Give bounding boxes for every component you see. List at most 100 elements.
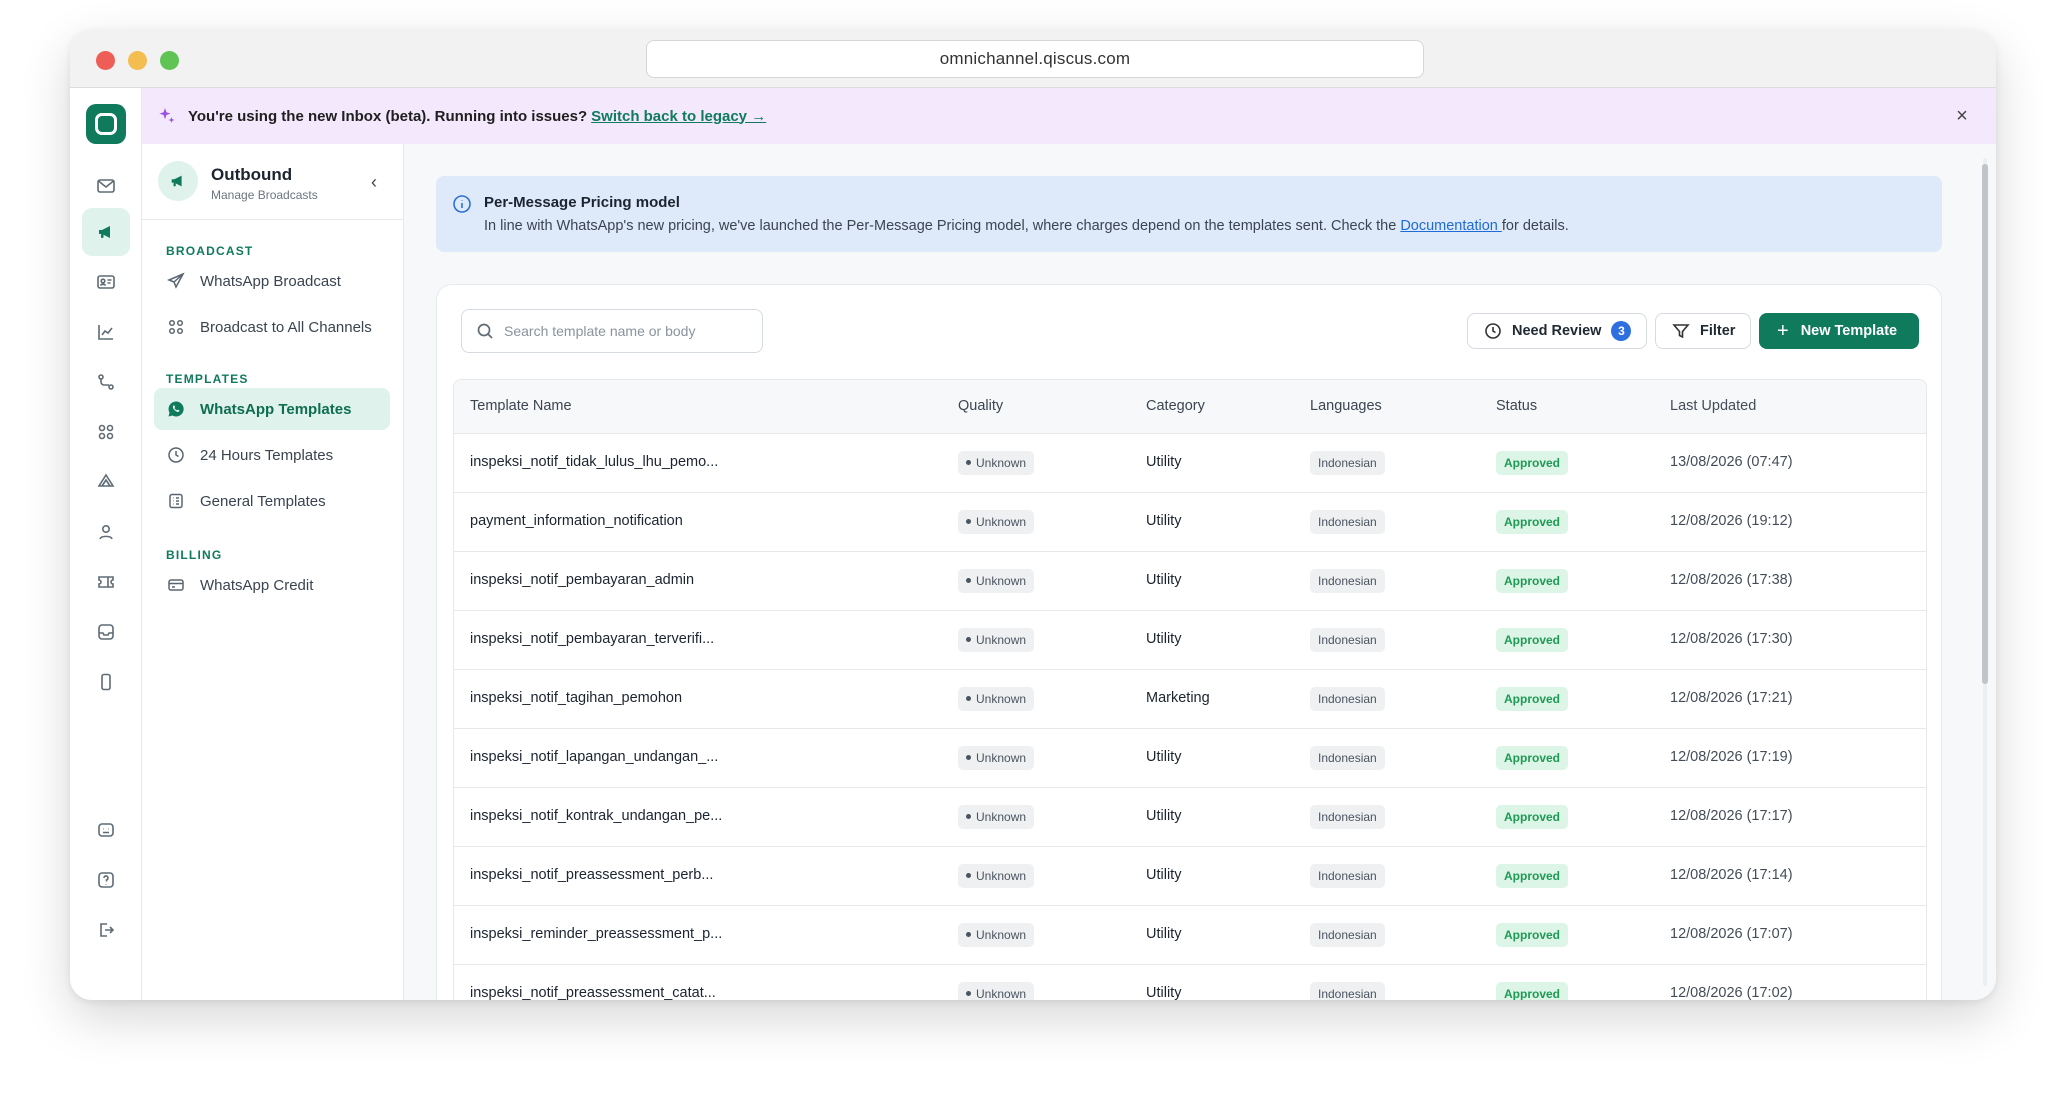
workflow-icon[interactable] xyxy=(82,358,130,406)
column-template-name[interactable]: Template Name xyxy=(470,398,572,414)
banner-close-button[interactable]: × xyxy=(1952,106,1972,126)
need-review-label: Need Review xyxy=(1512,323,1602,339)
close-window-button[interactable] xyxy=(96,51,115,70)
template-name-cell[interactable]: payment_information_notification xyxy=(470,513,683,529)
tray-icon[interactable] xyxy=(82,608,130,656)
template-name-cell[interactable]: inspeksi_notif_tagihan_pemohon xyxy=(470,690,682,706)
main-scrollbar[interactable] xyxy=(1980,150,1990,994)
quality-dot-icon xyxy=(966,519,971,525)
quality-pill: Unknown xyxy=(958,451,1035,475)
scrollbar-thumb[interactable] xyxy=(1982,164,1988,684)
template-name-cell[interactable]: inspeksi_notif_kontrak_undangan_pe... xyxy=(470,808,722,824)
last-updated-cell: 12/08/2026 (17:30) xyxy=(1670,631,1793,647)
mobile-icon[interactable] xyxy=(82,658,130,706)
language-pill: Indonesian xyxy=(1310,923,1385,947)
column-languages[interactable]: Languages xyxy=(1310,398,1382,414)
table-row[interactable]: inspeksi_notif_kontrak_undangan_pe... Unk… xyxy=(454,788,1926,847)
table-row[interactable]: inspeksi_notif_lapangan_undangan_... Unkn… xyxy=(454,729,1926,788)
template-name-cell[interactable]: inspeksi_notif_preassessment_perb... xyxy=(470,867,713,883)
whatsapp-icon xyxy=(166,399,186,419)
outbound-sidebar: Outbound Manage Broadcasts ‹ BROADCAST W… xyxy=(142,144,404,1000)
template-name-cell[interactable]: inspeksi_reminder_preassessment_p... xyxy=(470,926,722,942)
template-icon xyxy=(166,491,186,511)
integrations-icon[interactable] xyxy=(82,458,130,506)
analytics-icon[interactable] xyxy=(82,308,130,356)
megaphone-icon[interactable] xyxy=(82,208,130,256)
info-icon xyxy=(452,194,472,214)
table-row[interactable]: inspeksi_notif_preassessment_catat... Unk… xyxy=(454,965,1926,1000)
status-badge: Approved xyxy=(1496,864,1569,888)
address-bar[interactable]: omnichannel.qiscus.com xyxy=(646,40,1424,78)
sidebar-item-label: 24 Hours Templates xyxy=(200,446,334,464)
collapse-sidebar-button[interactable]: ‹ xyxy=(371,172,377,193)
language-pill: Indonesian xyxy=(1310,687,1385,711)
sidebar-item-label: Broadcast to All Channels xyxy=(200,318,372,336)
need-review-count-badge: 3 xyxy=(1611,321,1632,341)
quality-label: Unknown xyxy=(976,574,1027,588)
category-cell: Utility xyxy=(1146,749,1182,765)
new-template-button[interactable]: + New Template xyxy=(1759,313,1919,349)
user-icon[interactable] xyxy=(82,508,130,556)
last-updated-cell: 12/08/2026 (17:19) xyxy=(1670,749,1793,765)
table-row[interactable]: inspeksi_reminder_preassessment_p... Unkn… xyxy=(454,906,1926,965)
clock-icon xyxy=(166,445,186,465)
switch-to-legacy-link[interactable]: Switch back to legacy → xyxy=(591,108,766,125)
search-input[interactable] xyxy=(504,323,744,339)
ticket-icon[interactable] xyxy=(82,558,130,606)
sidebar-item-whatsapp-credit[interactable]: WhatsApp Credit xyxy=(154,564,390,606)
sidebar-item-24-hours-templates[interactable]: 24 Hours Templates xyxy=(154,434,390,476)
column-quality[interactable]: Quality xyxy=(958,398,1003,414)
category-cell: Utility xyxy=(1146,985,1182,1000)
sidebar-item-broadcast-all[interactable]: Broadcast to All Channels xyxy=(154,306,390,348)
table-row[interactable]: inspeksi_notif_preassessment_perb... Unkn… xyxy=(454,847,1926,906)
info-text-after: for details. xyxy=(1501,218,1569,234)
quality-pill: Unknown xyxy=(958,805,1035,829)
logout-icon[interactable] xyxy=(82,906,130,954)
column-last-updated[interactable]: Last Updated xyxy=(1670,398,1756,414)
sidebar-item-whatsapp-broadcast[interactable]: WhatsApp Broadcast xyxy=(154,260,390,302)
table-row[interactable]: inspeksi_notif_pembayaran_admin Unknown Ut… xyxy=(454,552,1926,611)
quality-pill: Unknown xyxy=(958,569,1035,593)
help-icon[interactable] xyxy=(82,856,130,904)
credit-card-icon xyxy=(166,575,186,595)
apps-grid-icon[interactable] xyxy=(82,408,130,456)
quality-pill: Unknown xyxy=(958,510,1035,534)
table-header: Template Name Quality Category Languages… xyxy=(454,380,1926,434)
qiscus-logo[interactable] xyxy=(86,104,126,144)
contact-card-icon[interactable] xyxy=(82,258,130,306)
need-review-button[interactable]: Need Review 3 xyxy=(1467,313,1647,349)
sidebar-item-label: WhatsApp Broadcast xyxy=(200,272,341,290)
status-badge: Approved xyxy=(1496,923,1569,947)
sidebar-header: Outbound Manage Broadcasts ‹ xyxy=(142,144,403,220)
template-name-cell[interactable]: inspeksi_notif_tidak_lulus_lhu_pemo... xyxy=(470,454,718,470)
minimize-window-button[interactable] xyxy=(128,51,147,70)
sidebar-item-general-templates[interactable]: General Templates xyxy=(154,480,390,522)
chat-bot-icon[interactable] xyxy=(82,806,130,854)
template-name-cell[interactable]: inspeksi_notif_pembayaran_admin xyxy=(470,572,694,588)
category-cell: Utility xyxy=(1146,572,1182,588)
language-pill: Indonesian xyxy=(1310,805,1385,829)
sidebar-item-whatsapp-templates[interactable]: WhatsApp Templates xyxy=(154,388,390,430)
pricing-info-banner: Per-Message Pricing model In line with W… xyxy=(436,176,1942,252)
maximize-window-button[interactable] xyxy=(160,51,179,70)
status-badge: Approved xyxy=(1496,982,1569,1000)
quality-dot-icon xyxy=(966,637,971,643)
template-name-cell[interactable]: inspeksi_notif_lapangan_undangan_... xyxy=(470,749,718,765)
column-category[interactable]: Category xyxy=(1146,398,1205,414)
table-row[interactable]: inspeksi_notif_tidak_lulus_lhu_pemo... Un… xyxy=(454,434,1926,493)
status-badge: Approved xyxy=(1496,451,1569,475)
table-body: inspeksi_notif_tidak_lulus_lhu_pemo... Un… xyxy=(454,434,1926,1000)
template-name-cell[interactable]: inspeksi_notif_preassessment_catat... xyxy=(470,985,716,1000)
template-name-cell[interactable]: inspeksi_notif_pembayaran_terverifi... xyxy=(470,631,714,647)
table-row[interactable]: inspeksi_notif_tagihan_pemohon Unknown Mar… xyxy=(454,670,1926,729)
search-icon xyxy=(476,322,494,340)
category-cell: Utility xyxy=(1146,454,1182,470)
new-template-label: New Template xyxy=(1800,323,1898,339)
inbox-icon[interactable] xyxy=(82,162,130,210)
filter-button[interactable]: Filter xyxy=(1655,313,1751,349)
documentation-link[interactable]: Documentation xyxy=(1400,218,1502,234)
search-box[interactable] xyxy=(461,309,763,353)
table-row[interactable]: inspeksi_notif_pembayaran_terverifi... Un… xyxy=(454,611,1926,670)
table-row[interactable]: payment_information_notification Unknown U… xyxy=(454,493,1926,552)
column-status[interactable]: Status xyxy=(1496,398,1537,414)
